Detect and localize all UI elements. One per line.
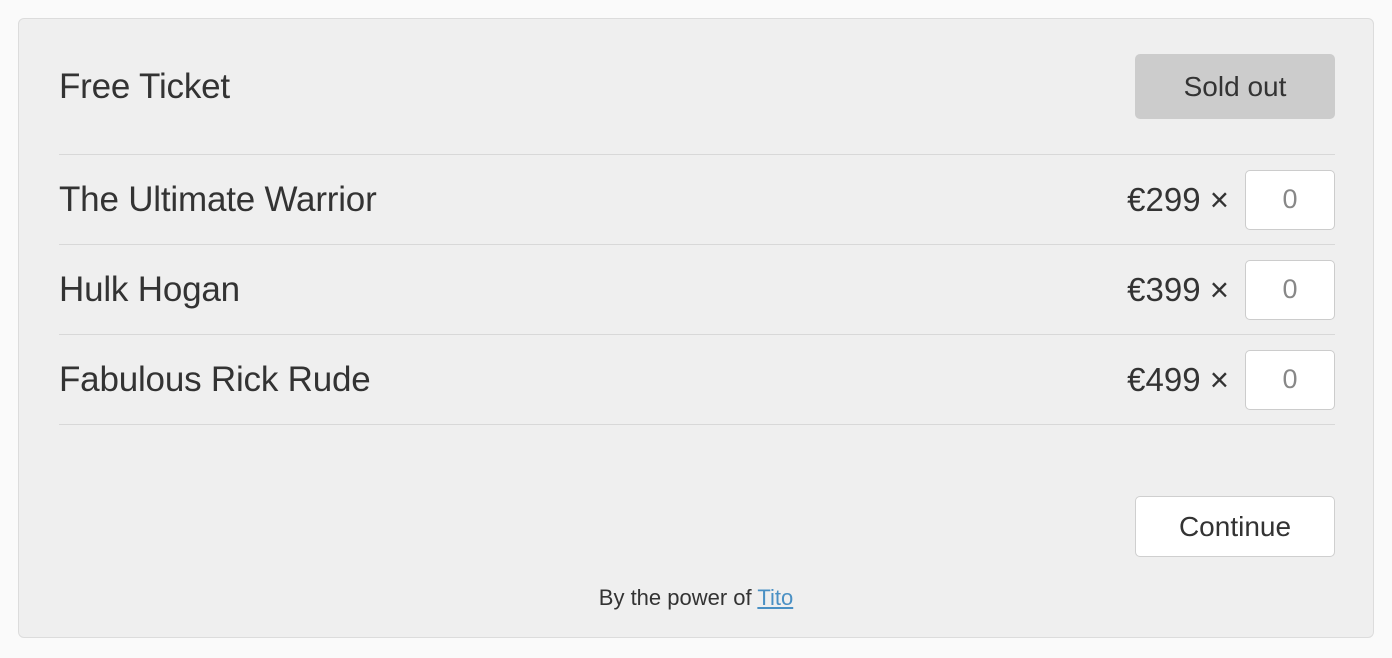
- ticket-name: The Ultimate Warrior: [59, 179, 377, 219]
- sold-out-button[interactable]: Sold out: [1135, 54, 1335, 119]
- ticket-list: Free Ticket Sold out The Ultimate Warrio…: [59, 19, 1335, 425]
- quantity-input[interactable]: [1245, 349, 1335, 410]
- ticket-row-controls: €299 ×: [1127, 169, 1335, 230]
- powered-by-footer: By the power of Tito: [19, 585, 1373, 611]
- quantity-input[interactable]: [1245, 259, 1335, 320]
- tito-link[interactable]: Tito: [757, 585, 793, 610]
- continue-button[interactable]: Continue: [1135, 496, 1335, 557]
- ticket-row-controls: €399 ×: [1127, 259, 1335, 320]
- ticket-selection-widget: Free Ticket Sold out The Ultimate Warrio…: [18, 18, 1374, 638]
- ticket-row-the-ultimate-warrior: The Ultimate Warrior €299 ×: [59, 155, 1335, 245]
- ticket-price: €499 ×: [1127, 360, 1229, 398]
- ticket-row-fabulous-rick-rude: Fabulous Rick Rude €499 ×: [59, 335, 1335, 425]
- quantity-input[interactable]: [1245, 169, 1335, 230]
- widget-actions: Continue: [59, 496, 1335, 557]
- ticket-name: Fabulous Rick Rude: [59, 359, 371, 399]
- footer-prefix-text: By the power of: [598, 585, 758, 610]
- ticket-row-controls: Sold out: [1135, 54, 1335, 119]
- ticket-price: €299 ×: [1127, 180, 1229, 218]
- ticket-row-free-ticket: Free Ticket Sold out: [59, 19, 1335, 155]
- ticket-price: €399 ×: [1127, 270, 1229, 308]
- ticket-row-controls: €499 ×: [1127, 349, 1335, 410]
- ticket-name: Hulk Hogan: [59, 269, 240, 309]
- ticket-name: Free Ticket: [59, 66, 230, 106]
- ticket-row-hulk-hogan: Hulk Hogan €399 ×: [59, 245, 1335, 335]
